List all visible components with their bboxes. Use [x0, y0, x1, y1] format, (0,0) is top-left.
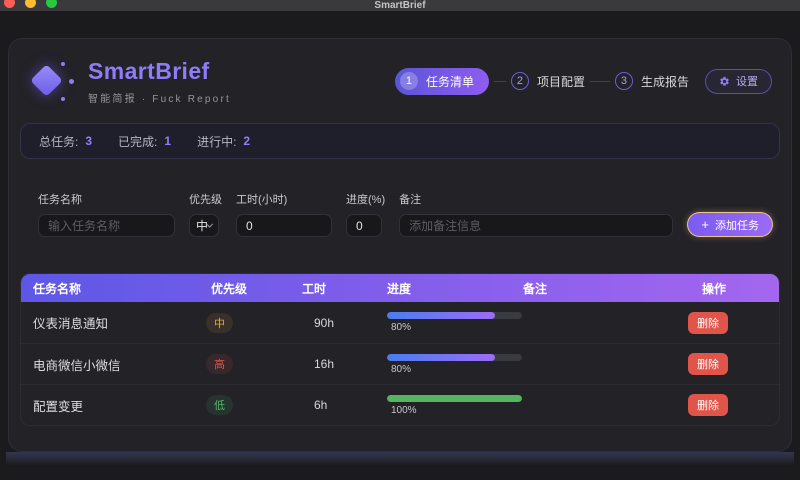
task-progress: 100%: [371, 394, 523, 416]
col-header-hours: 工时: [302, 281, 327, 296]
priority-badge: 高: [206, 354, 233, 374]
delete-task-button[interactable]: 删除: [688, 394, 728, 416]
sparkle-dot-icon: [61, 62, 65, 66]
task-name: 配置变更: [33, 399, 84, 414]
settings-button[interactable]: 设置: [705, 68, 772, 94]
bottom-glow-decoration: [6, 452, 794, 469]
hours-input[interactable]: [236, 214, 332, 237]
close-window-button[interactable]: [4, 0, 15, 8]
step-project-config[interactable]: 2 项目配置: [510, 72, 585, 90]
app-logo-icon: [28, 58, 74, 104]
table-row: 仪表消息通知 中 90h 80% 删除: [21, 302, 779, 343]
progress-percent-label: 80%: [391, 363, 412, 375]
progress-fill: [387, 394, 522, 402]
sparkle-dot-icon: [61, 97, 65, 101]
task-name-label: 任务名称: [38, 194, 82, 206]
progress-label: 进度(%): [346, 194, 386, 206]
step-number: 2: [510, 72, 529, 90]
stat-total: 总任务: 3: [39, 133, 92, 150]
task-hours: 90h: [314, 315, 335, 330]
stat-label: 总任务:: [39, 134, 79, 149]
task-progress: 80%: [371, 353, 523, 375]
brand-block: SmartBrief 智能简报 · Fuck Report: [28, 58, 231, 105]
task-name: 仪表消息通知: [33, 317, 109, 331]
gear-icon: [720, 76, 729, 86]
step-generate-report[interactable]: 3 生成报告: [614, 72, 689, 90]
zoom-window-button[interactable]: [46, 0, 57, 8]
add-task-button-label: 添加任务: [715, 219, 759, 232]
stat-value: 3: [85, 134, 93, 148]
stat-label: 已完成:: [118, 134, 158, 149]
priority-badge: 低: [206, 395, 233, 415]
priority-select[interactable]: 中: [189, 214, 219, 237]
priority-label: 优先级: [189, 194, 222, 206]
step-label: 任务清单: [425, 74, 474, 89]
task-hours: 6h: [314, 398, 328, 412]
progress-track: [387, 394, 522, 402]
add-task-button[interactable]: + 添加任务: [687, 212, 773, 237]
progress-track: [387, 353, 522, 361]
step-label: 生成报告: [640, 74, 689, 89]
stats-bar: 总任务: 3 已完成: 1 进行中: 2: [20, 123, 780, 159]
hours-label: 工时(小时): [236, 194, 288, 206]
window-titlebar: SmartBrief: [0, 0, 800, 11]
minimize-window-button[interactable]: [25, 0, 36, 8]
step-number: 3: [614, 72, 633, 90]
app-tagline: 智能简报 · Fuck Report: [88, 93, 231, 105]
delete-task-button[interactable]: 删除: [688, 353, 728, 375]
traffic-lights: [4, 0, 57, 8]
col-header-priority: 优先级: [211, 281, 248, 296]
main-card: SmartBrief 智能简报 · Fuck Report 1 任务清单 2 项…: [8, 38, 792, 452]
plus-icon: +: [701, 217, 709, 232]
col-header-name: 任务名称: [33, 281, 82, 296]
step-label: 项目配置: [536, 74, 585, 89]
settings-label: 设置: [736, 76, 758, 88]
table-header-row: 任务名称 优先级 工时 进度 备注 操作: [21, 274, 779, 302]
note-label: 备注: [399, 194, 422, 206]
priority-selected-value: 中: [196, 219, 209, 233]
stat-label: 进行中:: [197, 134, 237, 149]
app-header: SmartBrief 智能简报 · Fuck Report 1 任务清单 2 项…: [28, 53, 772, 109]
progress-percent-label: 80%: [391, 322, 412, 333]
task-name-input[interactable]: [38, 214, 175, 237]
task-name: 电商微信小微信: [33, 358, 121, 373]
note-input[interactable]: [399, 214, 674, 237]
step-number: 1: [399, 72, 418, 90]
step-task-list[interactable]: 1 任务清单: [394, 67, 489, 95]
stat-value: 1: [164, 134, 172, 148]
progress-track: [387, 312, 522, 319]
step-connector: [493, 80, 506, 82]
table-row: 电商微信小微信 高 16h 80% 删除: [21, 343, 779, 384]
col-header-progress: 进度: [387, 281, 412, 296]
progress-fill: [387, 312, 495, 319]
delete-task-button[interactable]: 删除: [688, 311, 728, 334]
priority-badge: 中: [206, 312, 233, 333]
progress-percent-label: 100%: [391, 404, 417, 416]
task-hours: 16h: [314, 357, 335, 371]
step-navigation: 1 任务清单 2 项目配置 3 生成报告 设置: [394, 67, 772, 95]
col-header-actions: 操作: [702, 281, 727, 296]
app-background: SmartBrief 智能简报 · Fuck Report 1 任务清单 2 项…: [0, 11, 800, 480]
window-title: SmartBrief: [374, 0, 426, 11]
stat-in-progress: 进行中: 2: [197, 133, 250, 150]
sparkle-dot-icon: [69, 79, 74, 84]
col-header-note: 备注: [523, 281, 548, 296]
table-row: 配置变更 低 6h 100% 删除: [21, 384, 779, 425]
stat-value: 2: [243, 134, 251, 148]
progress-input[interactable]: [346, 214, 382, 237]
progress-fill: [387, 353, 495, 361]
stat-completed: 已完成: 1: [118, 133, 171, 150]
diamond-icon: [30, 64, 63, 97]
task-table: 任务名称 优先级 工时 进度 备注 操作 仪表消息通知 中 90h 80% 删除: [20, 273, 780, 426]
task-progress: 80%: [371, 312, 523, 333]
app-name: SmartBrief: [88, 57, 210, 84]
step-connector: [589, 80, 610, 82]
add-task-form: 任务名称 优先级 中 工时(小时) 进度(%) 备注: [38, 191, 773, 237]
